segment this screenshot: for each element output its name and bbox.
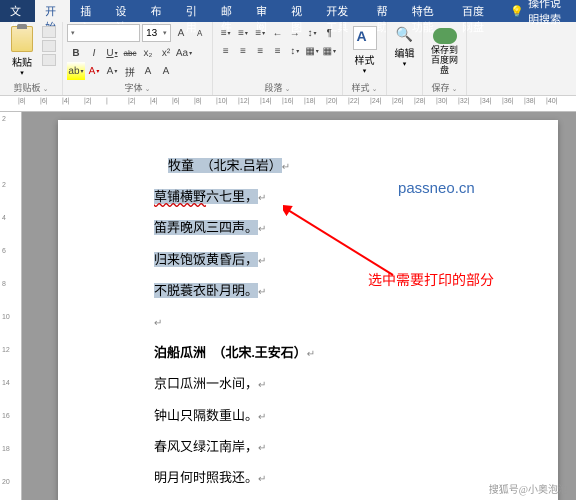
poem2-line3[interactable]: 春风又绿江南岸， [154,439,258,454]
tab-help[interactable]: 帮助 [367,0,402,22]
lightbulb-icon: 💡 [510,5,524,18]
find-icon[interactable]: 🔍 [396,26,413,43]
decrease-indent-button[interactable]: ← [269,24,286,42]
italic-button[interactable]: I [85,44,103,62]
document-viewport[interactable]: 牧童 （北宋.吕岩） 草铺横野六七里， 笛弄晚风三四声。 归来饱饭黄昏后， 不脱… [22,112,576,500]
clipboard-group-label: 剪贴板 [0,81,62,94]
font-group-label: 字体 [63,81,212,94]
poem2-line1[interactable]: 京口瓜洲一水间， [154,376,258,391]
paragraph-group-label: 段落 [213,81,342,94]
save-label: 保存到百度网盘 [427,46,462,76]
cloud-icon[interactable] [433,28,457,44]
numbering-button[interactable]: ≡ [234,24,251,42]
watermark: 搜狐号@小奥泡泡 [489,481,568,496]
highlight-button[interactable]: ab [67,62,85,80]
shading-button[interactable]: ▦ [303,42,320,60]
line-spacing-button[interactable]: ↕ [286,42,303,60]
tab-baidu[interactable]: 百度网盘 [452,0,502,22]
page: 牧童 （北宋.吕岩） 草铺横野六七里， 笛弄晚风三四声。 归来饱饭黄昏后， 不脱… [58,120,558,500]
show-marks-button[interactable]: ¶ [321,24,338,42]
superscript-button[interactable]: x² [157,44,175,62]
grow-font-button[interactable]: A [173,24,190,42]
align-justify-button[interactable]: ≡ [269,42,286,60]
font-size-combo[interactable]: 13 [142,24,170,42]
editing-group: 🔍 编辑 ▾ [387,22,423,95]
phonetic-button[interactable]: 拼 [121,62,139,80]
font-group: 13 A A B I U abc x₂ x² Aa ab A A 拼 A A 字… [63,22,213,95]
shrink-font-button[interactable]: A [191,24,208,42]
subscript-button[interactable]: x₂ [139,44,157,62]
text-effects-button[interactable]: A [103,62,121,80]
poem1-line1a[interactable]: 草铺横野 [154,189,206,204]
cut-button[interactable] [42,26,56,38]
paste-label: 粘贴 [12,54,32,69]
multilevel-button[interactable]: ≡ [252,24,269,42]
poem2-title[interactable]: 泊船瓜洲 （北宋.王安石） [154,345,307,360]
strike-button[interactable]: abc [121,44,139,62]
change-case-button[interactable]: Aa [175,44,193,62]
tab-ref[interactable]: 引用 [176,0,211,22]
copy-button[interactable] [42,40,56,52]
tab-design[interactable]: 设计 [105,0,140,22]
horizontal-ruler[interactable]: |8||6||4||2|||2||4||6||8||10||12||14||16… [0,96,576,112]
tell-me-label: 操作说明搜索 [528,0,568,27]
styles-group-label: 样式 [343,81,386,94]
tab-view[interactable]: 视图 [281,0,316,22]
tab-layout[interactable]: 布局 [141,0,176,22]
tab-strip: 文件 开始 插入 设计 布局 引用 邮件 审阅 视图 开发工具 帮助 特色功能 … [0,0,576,22]
increase-indent-button[interactable]: → [286,24,303,42]
bullets-button[interactable]: ≡ [217,24,234,42]
align-right-button[interactable]: ≡ [252,42,269,60]
poem1-line2[interactable]: 笛弄晚风三四声。 [154,220,258,235]
sort-button[interactable]: ↕ [303,24,320,42]
save-group: 保存到百度网盘 保存 [423,22,467,95]
clipboard-group: 粘贴 ▾ 剪贴板 [0,22,63,95]
poem1-title[interactable]: 牧童 （北宋.吕岩） [168,158,282,173]
borders-button[interactable]: ▦ [321,42,338,60]
tab-dev[interactable]: 开发工具 [316,0,366,22]
underline-button[interactable]: U [103,44,121,62]
align-left-button[interactable]: ≡ [217,42,234,60]
annotation-hint: 选中需要打印的部分 [368,270,494,290]
styles-label: 样式 [355,52,375,67]
poem2-line4[interactable]: 明月何时照我还。 [154,470,258,485]
bold-button[interactable]: B [67,44,85,62]
format-painter-button[interactable] [42,54,56,66]
styles-group: 样式 ▾ 样式 [343,22,387,95]
tell-me-search[interactable]: 💡 操作说明搜索 [502,0,576,22]
paragraph-group: ≡ ≡ ≡ ← → ↕ ¶ ≡ ≡ ≡ ≡ ↕ ▦ ▦ 段落 [213,22,343,95]
font-color-button[interactable]: A [85,62,103,80]
edit-label: 编辑 [395,45,415,60]
save-group-label: 保存 [423,81,466,94]
poem1-line4[interactable]: 不脱蓑衣卧月明。 [154,283,258,298]
char-border-button[interactable]: A [139,62,157,80]
tab-mail[interactable]: 邮件 [211,0,246,22]
tab-review[interactable]: 审阅 [246,0,281,22]
tab-file[interactable]: 文件 [0,0,35,22]
tab-special[interactable]: 特色功能 [402,0,452,22]
ribbon: 粘贴 ▾ 剪贴板 13 A A B I U abc x₂ x² Aa ab A [0,22,576,96]
styles-icon[interactable] [353,26,377,50]
font-family-combo[interactable] [67,24,140,42]
char-shading-button[interactable]: A [157,62,175,80]
annotation-url: passneo.cn [398,180,475,197]
poem1-line3[interactable]: 归来饱饭黄昏后， [154,252,258,267]
tab-start[interactable]: 开始 [35,0,70,22]
vertical-ruler[interactable]: 22468101214161820 [0,112,22,500]
tab-insert[interactable]: 插入 [70,0,105,22]
poem1-line1b[interactable]: 六七里， [206,189,258,204]
poem2-line2[interactable]: 钟山只隔数重山。 [154,408,258,423]
clipboard-icon [11,26,33,52]
align-center-button[interactable]: ≡ [234,42,251,60]
